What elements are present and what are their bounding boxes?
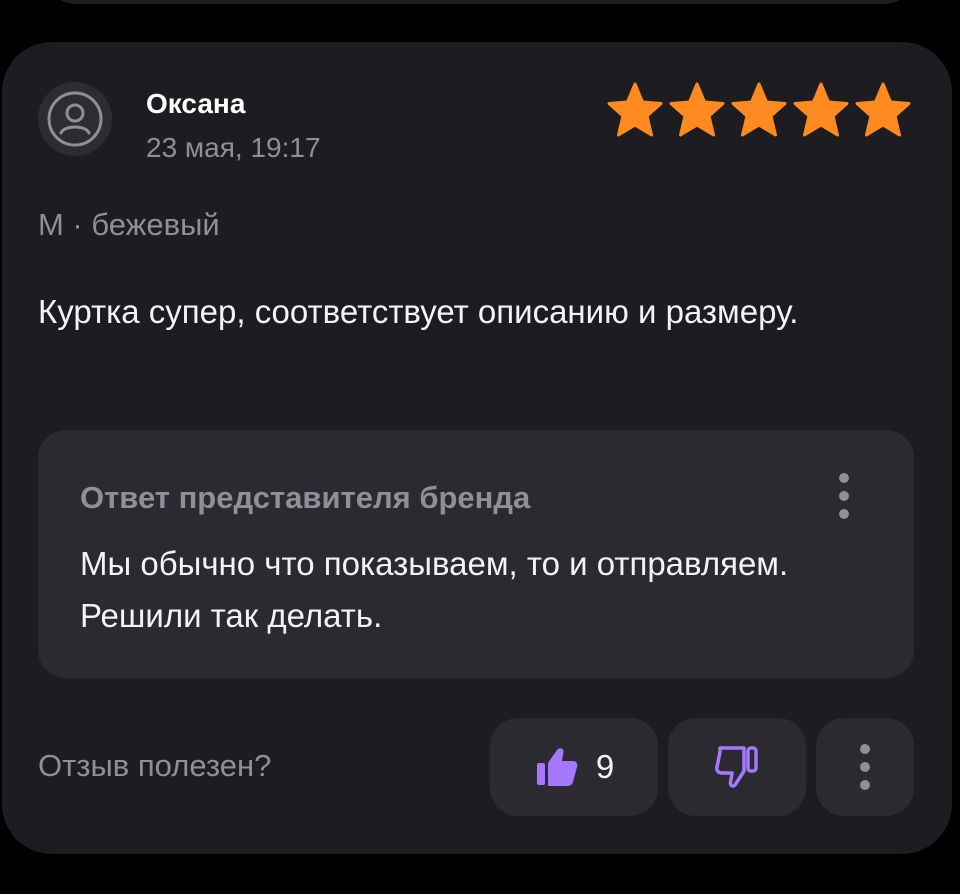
- previous-card-edge: [42, 0, 918, 4]
- star-icon: [607, 82, 663, 137]
- brand-reply-text: Мы обычно что показываем, то и отправляе…: [80, 545, 789, 634]
- star-icon: [855, 82, 911, 137]
- star-icon: [731, 82, 787, 137]
- more-vertical-icon: [860, 744, 870, 790]
- user-circle-icon: [47, 91, 103, 147]
- dislike-button[interactable]: [668, 718, 806, 816]
- rating-stars: [604, 80, 914, 140]
- brand-reply-title: Ответ представителя бренда: [80, 480, 531, 515]
- review-date: 23 мая, 19:17: [146, 132, 321, 163]
- product-variant: М · бежевый: [38, 207, 220, 242]
- brand-reply: Ответ представителя бренда Мы обычно что…: [38, 430, 914, 678]
- like-count: 9: [595, 748, 615, 785]
- more-options-button[interactable]: [816, 718, 914, 816]
- review-text: Куртка супер, соответствует описанию и р…: [38, 293, 799, 330]
- like-button[interactable]: 9: [490, 718, 658, 816]
- thumbs-down-icon: [715, 746, 758, 788]
- more-vertical-icon: [839, 473, 849, 519]
- helpful-question: Отзыв полезен?: [38, 748, 272, 783]
- thumbs-up-icon: [536, 748, 578, 786]
- star-icon: [669, 82, 725, 137]
- star-icon: [793, 82, 849, 137]
- author-name: Оксана: [146, 88, 246, 119]
- avatar: [38, 82, 112, 156]
- reply-menu-button[interactable]: [824, 466, 864, 526]
